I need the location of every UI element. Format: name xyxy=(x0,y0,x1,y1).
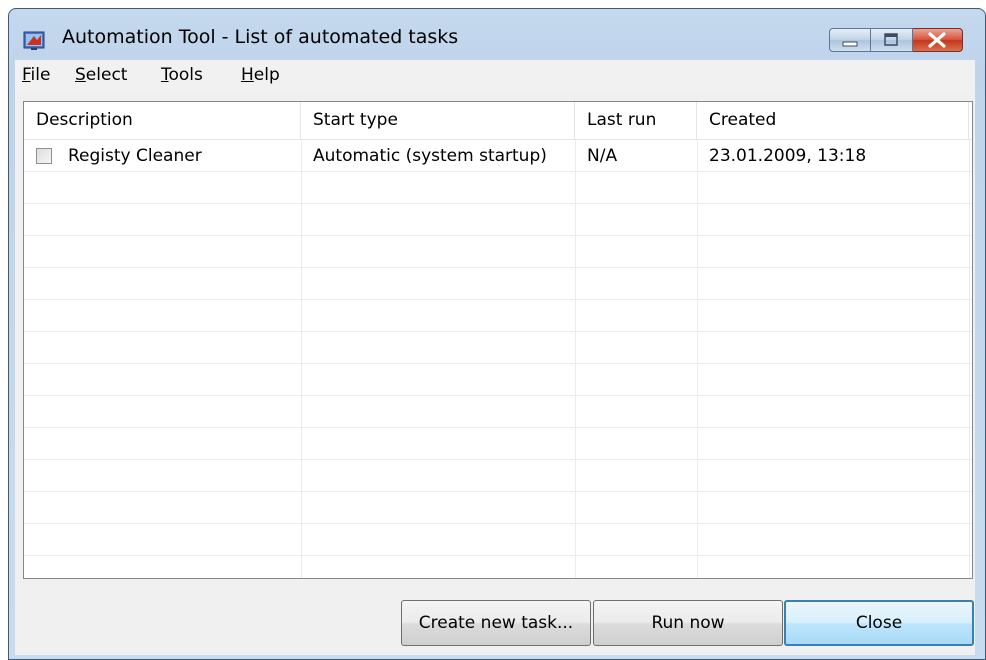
title-bar[interactable]: Automation Tool - List of automated task… xyxy=(9,9,985,59)
list-header: Description Start type Last run Created xyxy=(24,102,972,140)
menu-bar: File Select Tools Help xyxy=(15,60,975,90)
window-title: Automation Tool - List of automated task… xyxy=(62,26,459,48)
task-start-type: Automatic (system startup) xyxy=(313,146,547,166)
menu-file[interactable]: File xyxy=(22,65,50,85)
maximize-button[interactable] xyxy=(871,28,913,52)
minimize-icon xyxy=(842,41,858,47)
empty-row xyxy=(24,492,972,524)
table-row[interactable]: Registy Cleaner Automatic (system startu… xyxy=(24,140,972,172)
empty-row xyxy=(24,524,972,556)
empty-row xyxy=(24,236,972,268)
empty-row xyxy=(24,300,972,332)
app-icon xyxy=(23,31,45,50)
column-header-created[interactable]: Created xyxy=(697,102,969,139)
menu-select[interactable]: Select xyxy=(75,65,127,85)
close-window-button[interactable] xyxy=(913,28,963,52)
menu-tools[interactable]: Tools xyxy=(161,65,203,85)
empty-row xyxy=(24,364,972,396)
column-header-description[interactable]: Description xyxy=(24,102,301,139)
empty-row xyxy=(24,460,972,492)
task-last-run: N/A xyxy=(587,146,618,166)
column-header-start-type[interactable]: Start type xyxy=(301,102,575,139)
empty-row xyxy=(24,396,972,428)
column-header-last-run[interactable]: Last run xyxy=(575,102,697,139)
task-list[interactable]: Description Start type Last run Created … xyxy=(23,101,973,579)
empty-row xyxy=(24,556,972,578)
empty-row xyxy=(24,268,972,300)
run-now-button[interactable]: Run now xyxy=(593,600,783,646)
task-description: Registy Cleaner xyxy=(68,146,202,166)
empty-row xyxy=(24,172,972,204)
minimize-button[interactable] xyxy=(829,28,871,52)
task-checkbox[interactable] xyxy=(36,148,52,164)
maximize-icon xyxy=(884,33,898,46)
task-created: 23.01.2009, 13:18 xyxy=(709,146,867,166)
create-new-task-button[interactable]: Create new task... xyxy=(401,600,591,646)
empty-row xyxy=(24,204,972,236)
app-window: Automation Tool - List of automated task… xyxy=(8,8,986,660)
empty-row xyxy=(24,332,972,364)
content-area: Description Start type Last run Created … xyxy=(15,90,975,655)
close-icon xyxy=(928,32,946,48)
empty-row xyxy=(24,428,972,460)
close-button[interactable]: Close xyxy=(784,600,974,646)
menu-help[interactable]: Help xyxy=(241,65,280,85)
